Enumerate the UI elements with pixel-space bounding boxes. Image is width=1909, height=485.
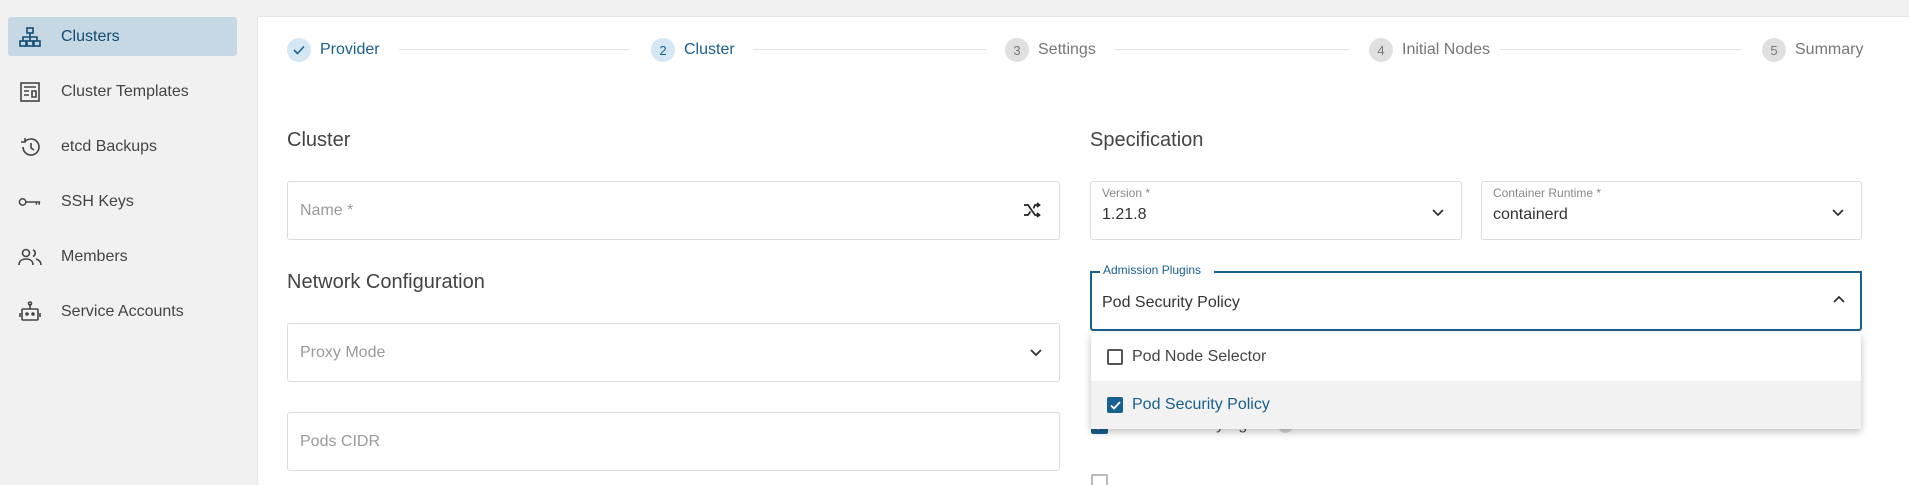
cluster-heading: Cluster: [287, 129, 351, 151]
step-number: 5: [1762, 38, 1786, 62]
sidebar-item-clusters[interactable]: Clusters: [8, 17, 237, 56]
sidebar-item-ssh-keys[interactable]: SSH Keys: [8, 182, 237, 221]
sidebar-item-service-accounts[interactable]: Service Accounts: [8, 292, 237, 331]
specification-heading: Specification: [1090, 129, 1204, 151]
pods-cidr-placeholder: Pods CIDR: [300, 433, 381, 450]
members-icon: [18, 245, 42, 269]
version-select[interactable]: Version * 1.21.8: [1090, 181, 1462, 240]
option-label: Pod Node Selector: [1132, 348, 1267, 365]
shuffle-icon[interactable]: [1023, 202, 1041, 223]
proxy-mode-placeholder: Proxy Mode: [300, 344, 386, 361]
check-icon: [287, 38, 311, 62]
step-cluster[interactable]: 2 Cluster: [651, 38, 735, 62]
step-connector: [1115, 49, 1349, 50]
step-initial-nodes[interactable]: 4 Initial Nodes: [1369, 38, 1490, 62]
step-number: 4: [1369, 38, 1393, 62]
name-placeholder: Name *: [300, 202, 354, 219]
step-summary[interactable]: 5 Summary: [1762, 38, 1863, 62]
pods-cidr-input[interactable]: Pods CIDR: [287, 412, 1060, 471]
sidebar-item-label: Cluster Templates: [61, 82, 189, 100]
step-number: 2: [651, 38, 675, 62]
option-label: Pod Security Policy: [1132, 396, 1270, 413]
sidebar-item-label: Service Accounts: [61, 302, 184, 320]
chevron-down-icon: [1832, 209, 1844, 217]
option-pod-security-policy[interactable]: Pod Security Policy: [1091, 381, 1861, 429]
chevron-down-icon: [1432, 209, 1444, 217]
step-label: Settings: [1038, 41, 1096, 58]
step-label: Cluster: [684, 41, 735, 58]
version-value: 1.21.8: [1102, 206, 1147, 223]
step-provider[interactable]: Provider: [287, 38, 380, 62]
step-label: Summary: [1795, 41, 1864, 58]
chevron-down-icon: [1030, 349, 1042, 357]
template-icon: [18, 80, 42, 104]
sidebar: Clusters Cluster Templates etcd Backups …: [0, 0, 245, 485]
admission-plugins-label: Admission Plugins: [1100, 263, 1205, 277]
history-icon: [18, 135, 42, 159]
name-input[interactable]: Name *: [287, 181, 1060, 240]
step-connector: [399, 49, 630, 50]
key-icon: [18, 190, 42, 214]
step-settings[interactable]: 3 Settings: [1005, 38, 1096, 62]
step-label: Initial Nodes: [1402, 41, 1491, 58]
runtime-label: Container Runtime *: [1493, 186, 1602, 200]
proxy-mode-select[interactable]: Proxy Mode: [287, 323, 1060, 382]
step-connector: [1500, 49, 1741, 50]
sitemap-icon: [18, 25, 42, 49]
version-label: Version *: [1102, 186, 1151, 200]
sidebar-item-label: Members: [61, 247, 128, 265]
outline-segment: [1214, 271, 1862, 273]
network-heading: Network Configuration: [287, 271, 485, 293]
container-runtime-select[interactable]: Container Runtime * containerd: [1481, 181, 1862, 240]
sidebar-item-label: Clusters: [61, 27, 120, 45]
admission-plugins-select[interactable]: Admission Plugins Pod Security Policy: [1090, 263, 1862, 331]
checkbox-checked-icon: [1107, 397, 1123, 413]
outline-segment: [1090, 271, 1100, 273]
checkbox-partial[interactable]: [1091, 474, 1108, 485]
robot-icon: [18, 300, 42, 324]
sidebar-item-etcd-backups[interactable]: etcd Backups: [8, 127, 237, 166]
admission-plugins-value: Pod Security Policy: [1102, 294, 1240, 311]
step-connector: [753, 49, 986, 50]
step-label: Provider: [320, 41, 380, 58]
checkbox-unchecked-icon: [1107, 349, 1123, 365]
option-pod-node-selector[interactable]: Pod Node Selector: [1091, 333, 1861, 381]
sidebar-item-label: SSH Keys: [61, 192, 134, 210]
step-number: 3: [1005, 38, 1029, 62]
sidebar-item-label: etcd Backups: [61, 137, 158, 155]
sidebar-item-members[interactable]: Members: [8, 237, 237, 276]
chevron-up-icon: [1833, 295, 1845, 303]
sidebar-item-cluster-templates[interactable]: Cluster Templates: [8, 72, 237, 111]
runtime-value: containerd: [1493, 206, 1568, 223]
admission-plugins-dropdown: Pod Node Selector Pod Security Policy: [1091, 333, 1861, 429]
